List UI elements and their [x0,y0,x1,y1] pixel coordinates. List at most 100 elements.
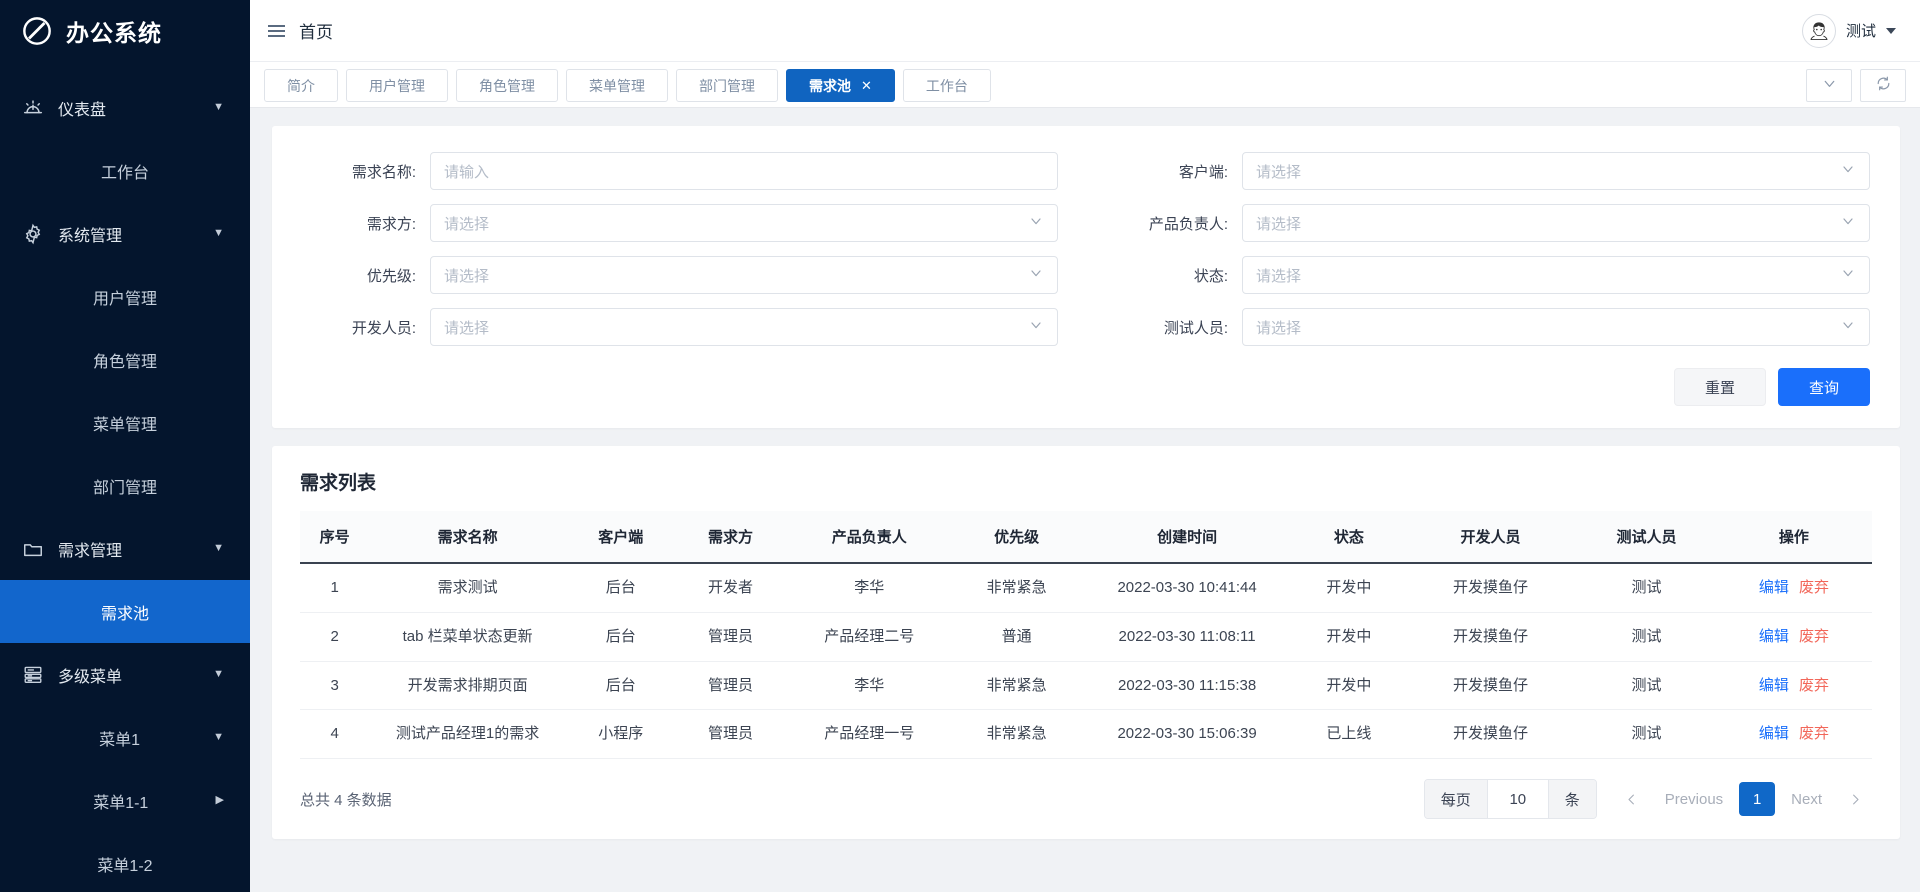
slash-circle-logo-icon [22,16,52,46]
client-select[interactable]: 请选择 [1242,152,1870,190]
cell-priority: 非常紧急 [953,709,1081,759]
cell-created: 2022-03-30 11:08:11 [1080,612,1294,662]
tab-label: 需求池 [809,77,851,94]
reset-button[interactable]: 重置 [1673,368,1766,406]
sidebar-item-demand-pool[interactable]: 需求池 [0,580,250,643]
chevron-down-icon [1840,161,1856,181]
tab-dept-mgmt[interactable]: 部门管理 [676,69,778,102]
tab-refresh-button[interactable] [1860,69,1906,102]
priority-select[interactable]: 请选择 [430,256,1058,294]
main-area: 首页 测试 简介 用户管理 角色管理 菜单管理 部门管理 需求池 ✕ 工作台 需… [250,0,1920,892]
user-menu[interactable]: 测试 [1801,13,1896,48]
edit-link[interactable]: 编辑 [1759,628,1789,645]
sidebar-item-user-mgmt[interactable]: 用户管理 [0,265,250,328]
tab-role-mgmt[interactable]: 角色管理 [456,69,558,102]
chevron-down-icon [1840,317,1856,337]
label-developer: 开发人员: [351,319,416,337]
cell-tester: 测试 [1577,612,1716,662]
tab-menu-mgmt[interactable]: 菜单管理 [566,69,668,102]
query-button[interactable]: 查询 [1777,368,1870,406]
select-value: 请选择 [444,215,490,233]
chevron-down-icon [1840,213,1856,233]
server-icon [22,664,44,686]
status-select[interactable]: 请选择 [1242,256,1870,294]
prev-page-button[interactable]: Previous [1657,782,1731,816]
chevron-down-icon[interactable]: ▼ [213,102,224,113]
chevron-down-icon[interactable]: ▼ [213,669,224,680]
sidebar-item-workbench[interactable]: 工作台 [0,139,250,202]
table-row[interactable]: 1 需求测试 后台 开发者 李华 非常紧急 2022-03-30 10:41:4… [300,563,1872,613]
sidebar-item-menu1-1[interactable]: 菜单1-1 ▶ [0,769,250,832]
cell-name: 测试产品经理1的需求 [369,709,566,759]
col-header-tester: 测试人员 [1577,511,1716,564]
cell-client: 后台 [565,612,676,662]
chevron-left-icon[interactable] [1615,782,1649,816]
page-number-1[interactable]: 1 [1739,782,1776,816]
sidebar-item-menu-mgmt[interactable]: 菜单管理 [0,391,250,454]
cell-created: 2022-03-30 15:06:39 [1080,709,1294,759]
chevron-right-icon[interactable]: ▶ [216,795,224,806]
discard-link[interactable]: 废弃 [1799,725,1829,742]
cell-owner: 李华 [785,661,954,711]
table-row[interactable]: 4 测试产品经理1的需求 小程序 管理员 产品经理一号 非常紧急 2022-03… [300,709,1872,759]
discard-link[interactable]: 废弃 [1799,628,1829,645]
select-value: 请选择 [444,267,490,285]
col-header-priority: 优先级 [953,511,1081,564]
page-size-value[interactable]: 10 [1486,780,1549,818]
demand-name-input[interactable]: 请输入 [430,152,1058,190]
chevron-down-icon[interactable]: ▼ [213,543,224,554]
close-icon[interactable]: ✕ [861,78,872,94]
cell-owner: 产品经理一号 [785,709,954,759]
cell-name: 开发需求排期页面 [369,661,566,711]
tab-more-button[interactable] [1806,69,1852,102]
table-body: 1 需求测试 后台 开发者 李华 非常紧急 2022-03-30 10:41:4… [300,563,1872,759]
edit-link[interactable]: 编辑 [1759,725,1789,742]
sidebar-item-menu1-2[interactable]: 菜单1-2 [0,832,250,892]
hamburger-icon[interactable] [268,24,285,37]
tab-demand-pool[interactable]: 需求池 ✕ [786,69,895,102]
cell-owner: 李华 [785,563,954,613]
next-page-button[interactable]: Next [1783,782,1830,816]
select-value: 请选择 [1256,215,1302,233]
sidebar-item-dashboard[interactable]: 仪表盘 ▼ [0,76,250,139]
developer-select[interactable]: 请选择 [430,308,1058,346]
chevron-right-icon[interactable] [1838,782,1872,816]
chevron-down-icon[interactable]: ▼ [213,228,224,239]
sidebar-item-multilevel[interactable]: 多级菜单 ▼ [0,643,250,706]
cell-tester: 测试 [1577,661,1716,711]
tab-intro[interactable]: 简介 [264,69,338,102]
sidebar-item-dept-mgmt[interactable]: 部门管理 [0,454,250,517]
col-header-developer: 开发人员 [1403,511,1578,564]
sidebar-item-role-mgmt[interactable]: 角色管理 [0,328,250,391]
demand-party-select[interactable]: 请选择 [430,204,1058,242]
sidebar-label-dashboard: 仪表盘 [58,101,107,119]
table-row[interactable]: 3 开发需求排期页面 后台 管理员 李华 非常紧急 2022-03-30 11:… [300,661,1872,711]
chevron-down-icon[interactable]: ▼ [213,732,224,743]
topbar: 首页 测试 [250,0,1920,62]
chevron-down-icon [1840,265,1856,285]
app-root: 办公系统 仪表盘 ▼ 工作台 系统管理 ▼ 用户管理 角色管理 菜单管理 部门管… [0,0,1920,892]
sidebar-item-menu1[interactable]: 菜单1 ▼ [0,706,250,769]
page-size-stepper[interactable]: 每页 10 条 [1423,779,1597,819]
discard-link[interactable]: 废弃 [1799,579,1829,596]
tester-select[interactable]: 请选择 [1242,308,1870,346]
cell-priority: 非常紧急 [953,563,1081,613]
edit-link[interactable]: 编辑 [1759,579,1789,596]
tab-workbench[interactable]: 工作台 [902,69,991,102]
product-owner-select[interactable]: 请选择 [1242,204,1870,242]
cell-client: 小程序 [565,709,676,759]
select-value: 请选择 [1256,267,1302,285]
dashboard-icon [22,97,44,119]
sidebar-item-demand-mgmt[interactable]: 需求管理 ▼ [0,517,250,580]
brand-logo[interactable]: 办公系统 [0,0,250,62]
edit-link[interactable]: 编辑 [1759,677,1789,694]
sidebar-label-system: 系统管理 [58,227,123,245]
sidebar-item-system[interactable]: 系统管理 ▼ [0,202,250,265]
discard-link[interactable]: 废弃 [1799,677,1829,694]
tab-user-mgmt[interactable]: 用户管理 [346,69,448,102]
chevron-down-icon [1028,317,1044,337]
cell-status: 开发中 [1294,612,1404,662]
field-client: 客户端: 请选择 [1114,152,1870,190]
table-row[interactable]: 2 tab 栏菜单状态更新 后台 管理员 产品经理二号 普通 2022-03-3… [300,612,1872,662]
breadcrumb: 首页 [299,23,333,42]
